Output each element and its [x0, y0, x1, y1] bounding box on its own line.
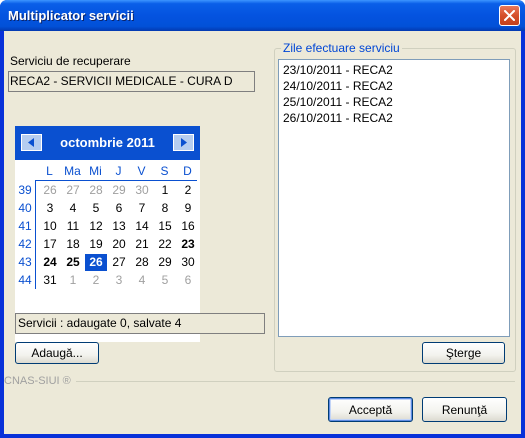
list-item[interactable]: 23/10/2011 - RECA2 — [283, 63, 393, 77]
service-value: RECA2 - SERVICII MEDICALE - CURA D — [10, 74, 233, 88]
title-bar[interactable]: Multiplicator servicii — [0, 0, 525, 31]
calendar-day[interactable]: 3 — [108, 272, 130, 289]
dialog-body: Serviciu de recuperare RECA2 - SERVICII … — [4, 31, 521, 434]
cancel-button[interactable]: Renunţă — [422, 397, 507, 422]
calendar-day[interactable]: 27 — [108, 254, 130, 271]
calendar-day[interactable]: 18 — [62, 236, 84, 253]
calendar-weekday-header: J — [115, 164, 122, 178]
calendar-day[interactable]: 23 — [177, 236, 199, 253]
calendar-day[interactable]: 21 — [131, 236, 153, 253]
calendar-week-number: 44 — [18, 273, 32, 287]
calendar-day[interactable]: 14 — [131, 218, 153, 235]
calendar-next-button[interactable] — [173, 134, 194, 151]
calendar-day[interactable]: 30 — [131, 182, 153, 199]
calendar-week-number: 40 — [18, 201, 32, 215]
calendar-day[interactable]: 9 — [177, 200, 199, 217]
calendar-weekday-header: D — [183, 164, 192, 178]
calendar-week-number: 43 — [18, 255, 32, 269]
calendar-weekday-header: L — [46, 164, 53, 178]
close-button[interactable] — [499, 5, 520, 26]
dates-group-title: Zile efectuare serviciu — [281, 41, 402, 55]
calendar-day[interactable]: 30 — [177, 254, 199, 271]
calendar-day[interactable]: 17 — [39, 236, 61, 253]
calendar-day[interactable]: 5 — [85, 200, 107, 217]
calendar-week-number: 41 — [18, 219, 32, 233]
delete-button[interactable]: Şterge — [422, 342, 505, 364]
calendar-day[interactable]: 1 — [154, 182, 176, 199]
calendar-day[interactable]: 22 — [154, 236, 176, 253]
calendar-day[interactable]: 13 — [108, 218, 130, 235]
calendar-day[interactable]: 29 — [108, 182, 130, 199]
calendar-day[interactable]: 2 — [177, 182, 199, 199]
calendar-weekday-header: S — [160, 164, 169, 178]
accept-button[interactable]: Acceptă — [328, 397, 413, 422]
calendar-day[interactable]: 6 — [177, 272, 199, 289]
footer-label: CNAS-SIUI ® — [4, 375, 71, 387]
calendar-day[interactable]: 7 — [131, 200, 153, 217]
calendar-day[interactable]: 4 — [62, 200, 84, 217]
calendar-header-divider — [35, 180, 197, 181]
chevron-right-icon — [181, 138, 187, 147]
calendar-day[interactable]: 5 — [154, 272, 176, 289]
calendar-day[interactable]: 3 — [39, 200, 61, 217]
list-item[interactable]: 24/10/2011 - RECA2 — [283, 79, 393, 93]
calendar: octombrie 2011 L Ma Mi J V S D 39 26 27 28 29 30 1 2 4… — [15, 126, 200, 342]
calendar-month-label[interactable]: octombrie 2011 — [45, 135, 170, 150]
calendar-day[interactable]: 29 — [154, 254, 176, 271]
calendar-day[interactable]: 1 — [62, 272, 84, 289]
add-button[interactable]: Adaugă... — [15, 342, 99, 364]
calendar-week-number: 39 — [18, 183, 32, 197]
calendar-day[interactable]: 2 — [85, 272, 107, 289]
footer-divider — [76, 381, 515, 382]
calendar-weekday-header: Ma — [64, 164, 81, 178]
list-item[interactable]: 26/10/2011 - RECA2 — [283, 111, 393, 125]
chevron-left-icon — [28, 138, 34, 147]
status-box: Servicii : adaugate 0, salvate 4 — [15, 313, 265, 334]
calendar-header: octombrie 2011 — [15, 126, 200, 160]
calendar-day[interactable]: 10 — [39, 218, 61, 235]
calendar-day[interactable]: 24 — [39, 254, 61, 271]
dialog-window: Multiplicator servicii Serviciu de recup… — [0, 0, 525, 438]
calendar-week-divider — [35, 181, 36, 289]
calendar-week-number: 42 — [18, 237, 32, 251]
service-field[interactable]: RECA2 - SERVICII MEDICALE - CURA D — [8, 71, 255, 92]
calendar-day[interactable]: 4 — [131, 272, 153, 289]
calendar-day[interactable]: 26 — [39, 182, 61, 199]
calendar-day[interactable]: 25 — [62, 254, 84, 271]
calendar-day[interactable]: 11 — [62, 218, 84, 235]
dates-list[interactable]: 23/10/2011 - RECA2 24/10/2011 - RECA2 25/1… — [278, 59, 510, 337]
calendar-day[interactable]: 27 — [62, 182, 84, 199]
calendar-day[interactable]: 20 — [108, 236, 130, 253]
calendar-day[interactable]: 12 — [85, 218, 107, 235]
calendar-day[interactable]: 8 — [154, 200, 176, 217]
list-item[interactable]: 25/10/2011 - RECA2 — [283, 95, 393, 109]
calendar-day[interactable]: 28 — [131, 254, 153, 271]
close-icon — [504, 10, 515, 21]
status-text: Servicii : adaugate 0, salvate 4 — [18, 316, 182, 330]
window-title: Multiplicator servicii — [8, 8, 134, 23]
calendar-day[interactable]: 31 — [39, 272, 61, 289]
calendar-day-selected[interactable]: 26 — [85, 254, 107, 271]
calendar-day[interactable]: 19 — [85, 236, 107, 253]
calendar-day[interactable]: 6 — [108, 200, 130, 217]
calendar-day[interactable]: 16 — [177, 218, 199, 235]
calendar-day[interactable]: 28 — [85, 182, 107, 199]
service-label: Serviciu de recuperare — [10, 54, 131, 68]
calendar-weekday-header: Mi — [89, 164, 102, 178]
calendar-weekday-header: V — [137, 164, 146, 178]
calendar-day[interactable]: 15 — [154, 218, 176, 235]
calendar-prev-button[interactable] — [21, 134, 42, 151]
